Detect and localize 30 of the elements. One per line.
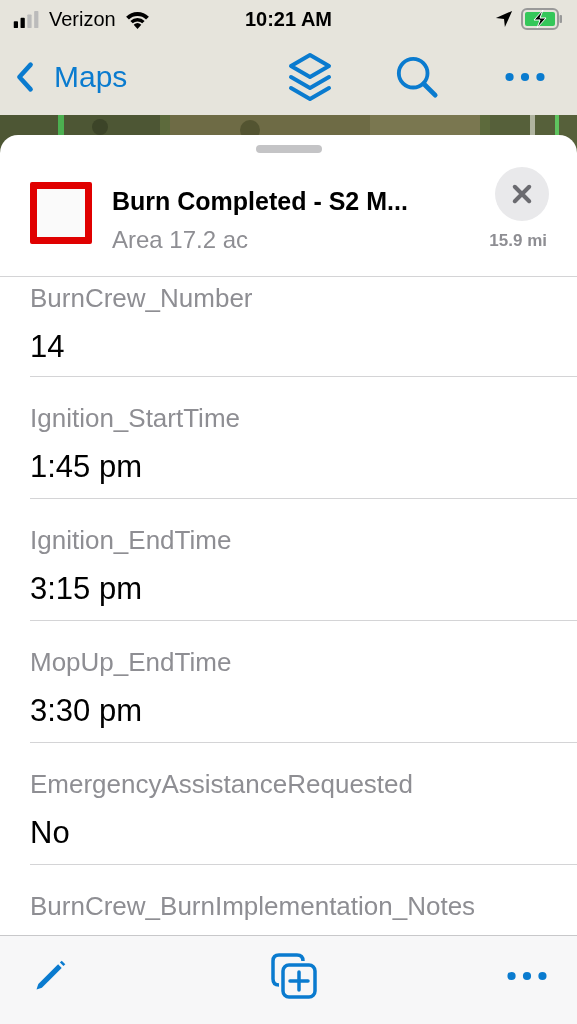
field-label: MopUp_EndTime [30,646,233,679]
carrier-name: Verizon [49,7,116,31]
copy-add-icon[interactable] [269,952,318,1000]
feature-area: Area 17.2 ac [112,226,490,255]
field-value: 1:45 pm [30,448,143,486]
field-label: BurnCrew_BurnImplementation_Notes [30,890,477,923]
polygon-symbol-icon [30,182,92,245]
feature-title: Burn Completed - S2 M... [112,187,409,217]
field-label: Ignition_StartTime [30,402,242,435]
battery-charging-icon [521,8,563,30]
clock-time: 10:21 AM [243,7,334,31]
signal-icon [12,10,41,28]
field-label: Ignition_EndTime [30,524,233,557]
field-label: EmergencyAssistanceRequested [30,768,414,801]
field-value: No [30,814,71,852]
layers-icon[interactable] [287,51,333,102]
field-value: 14 [30,328,66,366]
close-button[interactable] [495,167,549,222]
chevron-left-icon [16,60,34,93]
more-icon[interactable] [505,71,545,82]
wifi-icon [123,9,151,29]
search-icon[interactable] [395,54,439,99]
field-value: 3:15 pm [30,570,143,608]
distance-text: 15.9 mi [489,231,547,252]
more-icon[interactable] [507,971,547,981]
drag-handle[interactable] [255,145,322,154]
location-arrow-icon [495,10,513,28]
back-button[interactable]: Maps [16,59,128,94]
field-label: BurnCrew_Number [30,282,254,315]
field-value: 3:30 pm [30,692,143,730]
